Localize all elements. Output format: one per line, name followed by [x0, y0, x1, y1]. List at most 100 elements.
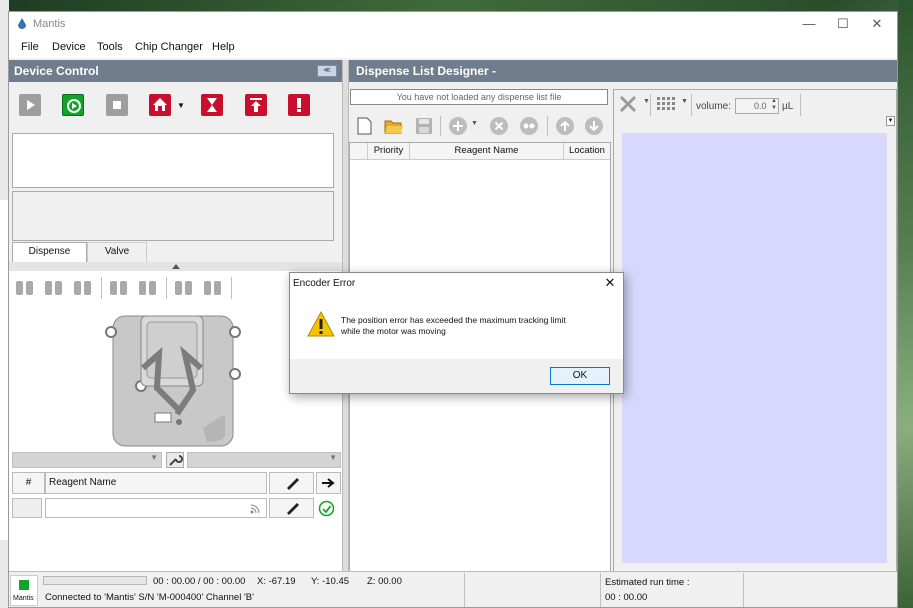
device-control-header: Device Control	[9, 60, 342, 82]
pencil-icon	[287, 503, 299, 515]
menu-help[interactable]: Help	[212, 41, 235, 53]
app-drop-icon	[18, 18, 26, 29]
volume-label: volume:	[696, 101, 732, 112]
estimated-time-label: Estimated run time :	[605, 577, 690, 588]
device-label: Mantis	[13, 595, 34, 602]
move-button[interactable]	[316, 472, 341, 494]
reagent-name-input[interactable]	[45, 498, 267, 518]
run-play-icon	[67, 99, 81, 113]
menu-tools[interactable]: Tools	[97, 41, 123, 53]
stop-button[interactable]	[106, 94, 128, 116]
move-up-button[interactable]	[555, 116, 575, 136]
volume-unit: µL	[782, 101, 794, 112]
reagent-combo-left[interactable]: ▼	[12, 452, 162, 468]
arrow-down-circle-icon	[585, 117, 603, 135]
save-button[interactable]	[414, 116, 434, 136]
col-header-location[interactable]: Location	[564, 143, 610, 160]
add-dropdown-icon[interactable]: ▼	[471, 120, 478, 127]
move-down-button[interactable]	[584, 116, 604, 136]
encoder-error-dialog: Encoder Error ✕ The position error has e…	[289, 272, 624, 394]
plate-dropdown-icon[interactable]: ▼	[681, 98, 688, 105]
error-message-line2: while the motor was moving	[341, 326, 446, 336]
play-button[interactable]	[19, 94, 41, 116]
status-log-box	[12, 133, 334, 188]
open-folder-button[interactable]	[383, 116, 405, 136]
tab-valve-control[interactable]: Valve Control	[87, 242, 147, 275]
volume-value: 0.0	[754, 101, 767, 111]
close-button[interactable]: ✕	[860, 12, 894, 37]
splitter-handle[interactable]	[9, 262, 342, 271]
window-title: Mantis	[33, 18, 66, 30]
menu-file[interactable]: File	[21, 41, 39, 53]
warning-icon	[307, 311, 335, 337]
device-indicator: Mantis	[10, 575, 38, 606]
clear-dropdown-icon[interactable]: ▼	[643, 98, 650, 105]
home-dropdown-icon[interactable]: ▼	[177, 101, 185, 110]
col-header-reagent[interactable]: Reagent Name	[410, 143, 564, 160]
grid-view-button[interactable]	[519, 116, 539, 136]
hourglass-icon	[207, 98, 217, 112]
arrow-right-icon	[322, 478, 335, 488]
estimated-time-value: 00 : 00.00	[605, 592, 648, 603]
collapse-panel-button[interactable]: ≪	[317, 65, 337, 77]
desktop-background	[898, 0, 913, 608]
spinner-arrows-icon[interactable]: ▲ ▼	[771, 98, 777, 112]
valve-icon-2[interactable]	[42, 277, 66, 299]
ok-button[interactable]: OK	[550, 367, 610, 385]
valve-icon-3[interactable]	[71, 277, 95, 299]
overflow-toolbar-button[interactable]: ▼	[886, 116, 895, 126]
home-button[interactable]	[149, 94, 171, 116]
exclamation-icon	[297, 98, 301, 112]
run-time: 00 : 00.00 / 00 : 00.00	[153, 576, 246, 587]
close-circle-icon	[490, 117, 508, 135]
app-window: Mantis — ☐ ✕ File Device Tools Chip Chan…	[8, 11, 898, 608]
dispense-list-header: Dispense List Designer -	[349, 60, 897, 82]
add-reagent-button[interactable]	[448, 116, 468, 136]
check-circle-icon	[318, 500, 335, 517]
row-number-cell	[12, 498, 42, 518]
remove-reagent-button[interactable]	[489, 116, 509, 136]
y-coordinate: Y: -10.45	[311, 576, 350, 587]
menu-chip-changer[interactable]: Chip Changer	[135, 41, 203, 53]
grid-circle-icon	[520, 117, 538, 135]
grid-header-reagent: Reagent Name	[45, 472, 267, 494]
hourglass-button[interactable]	[201, 94, 223, 116]
cross-tool-icon	[619, 95, 637, 113]
tab-dispense-setting[interactable]: Dispense Setting	[12, 242, 87, 275]
col-header-priority[interactable]: Priority	[368, 143, 410, 160]
collapse-up-icon	[172, 264, 180, 269]
dialog-close-button[interactable]: ✕	[600, 274, 620, 292]
raise-button[interactable]	[245, 94, 267, 116]
status-bar: Mantis 00 : 00.00 / 00 : 00.00 X: -67.19…	[9, 571, 897, 607]
plate-grid-icon	[657, 97, 675, 110]
row-header-corner	[350, 143, 368, 160]
menu-device[interactable]: Device	[52, 41, 86, 53]
plate-preview-canvas[interactable]	[622, 133, 887, 563]
valve-icon-1[interactable]	[13, 277, 37, 299]
minimize-button[interactable]: —	[792, 12, 826, 37]
confirm-button[interactable]	[318, 500, 335, 517]
edit-row-button[interactable]	[269, 498, 314, 518]
x-coordinate: X: -67.19	[257, 576, 296, 587]
plate-layout-button[interactable]	[656, 95, 678, 115]
valve-icon-7[interactable]	[201, 277, 225, 299]
dialog-footer: OK	[290, 359, 623, 393]
folder-open-icon	[384, 120, 403, 134]
info-box	[12, 191, 334, 241]
edit-all-button[interactable]	[269, 472, 314, 494]
progress-bar	[43, 576, 147, 585]
save-disk-icon	[416, 118, 432, 134]
valve-icon-5[interactable]	[136, 277, 160, 299]
valve-icon-6[interactable]	[172, 277, 196, 299]
maximize-button[interactable]: ☐	[826, 12, 860, 37]
volume-input[interactable]: 0.0 ▲ ▼	[735, 98, 779, 114]
reagent-combo-right[interactable]: ▼	[187, 452, 341, 468]
new-file-button[interactable]	[355, 116, 373, 136]
valve-icon-4[interactable]	[107, 277, 131, 299]
run-button[interactable]	[62, 94, 84, 116]
settings-button[interactable]	[166, 452, 184, 468]
emergency-button[interactable]	[288, 94, 310, 116]
connected-light-icon	[19, 580, 29, 590]
clear-button[interactable]	[617, 93, 641, 115]
rss-icon	[250, 504, 260, 514]
